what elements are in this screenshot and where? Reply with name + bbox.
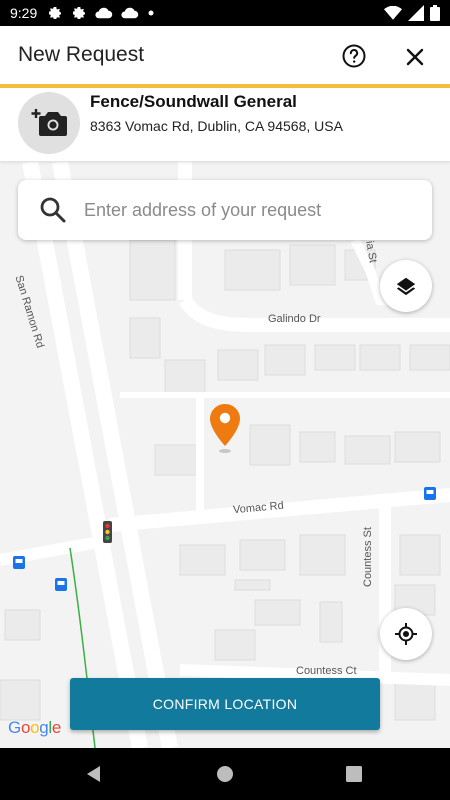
street-label-countess-ct: Countess Ct — [296, 665, 357, 677]
system-nav-bar — [0, 748, 450, 800]
layers-icon — [396, 277, 416, 296]
location-pin-icon[interactable] — [207, 402, 243, 454]
close-icon[interactable] — [403, 45, 427, 69]
map-view[interactable]: San Ramon Rd Galindo Dr Vomac Rd Countes… — [0, 162, 450, 748]
battery-icon — [430, 5, 440, 21]
cloud-icon — [95, 7, 113, 19]
recents-square-icon[interactable] — [344, 764, 364, 784]
google-letter: e — [51, 718, 62, 737]
bus-stop-icon — [424, 487, 436, 500]
screen: 9:29 New Request Fence/Soundwall General… — [0, 0, 450, 800]
add-photo-icon — [31, 109, 67, 136]
status-bar: 9:29 — [0, 0, 450, 26]
my-location-icon — [395, 623, 417, 645]
google-letter: o — [30, 718, 40, 737]
my-location-button[interactable] — [380, 608, 432, 660]
cloud-icon — [121, 7, 139, 19]
bus-stop-icon — [55, 578, 67, 591]
confirm-location-button[interactable]: CONFIRM LOCATION — [70, 678, 380, 730]
address-search-input[interactable] — [84, 199, 404, 221]
google-letter: o — [20, 718, 31, 737]
app-bar: New Request — [0, 26, 450, 84]
google-letter: G — [8, 718, 21, 737]
signal-icon — [408, 5, 424, 21]
request-title: Fence/Soundwall General — [90, 92, 297, 111]
status-notification-icons — [47, 5, 155, 21]
request-address: 8363 Vomac Rd, Dublin, CA 94568, USA — [90, 118, 343, 134]
street-label-galindo: Galindo Dr — [268, 313, 321, 325]
google-attribution: Google — [8, 718, 61, 738]
status-system-icons — [384, 5, 440, 21]
add-photo-button[interactable] — [18, 92, 80, 154]
home-circle-icon[interactable] — [215, 764, 235, 784]
request-header: Fence/Soundwall General 8363 Vomac Rd, D… — [0, 88, 450, 162]
gear-icon — [73, 7, 86, 19]
address-search-box[interactable] — [18, 180, 432, 240]
page-title: New Request — [18, 43, 145, 66]
back-triangle-icon[interactable] — [84, 764, 104, 784]
map-streets — [0, 162, 450, 748]
help-circle-icon[interactable] — [341, 43, 367, 69]
dot-icon — [148, 10, 154, 16]
status-time: 9:29 — [10, 5, 38, 21]
map-layers-button[interactable] — [380, 260, 432, 312]
gear-icon — [49, 7, 62, 19]
wifi-icon — [384, 6, 402, 20]
bus-stop-icon — [13, 556, 25, 569]
traffic-light-icon — [103, 521, 112, 543]
street-label-countess-st: Countess St — [362, 527, 374, 587]
search-icon — [40, 197, 66, 223]
